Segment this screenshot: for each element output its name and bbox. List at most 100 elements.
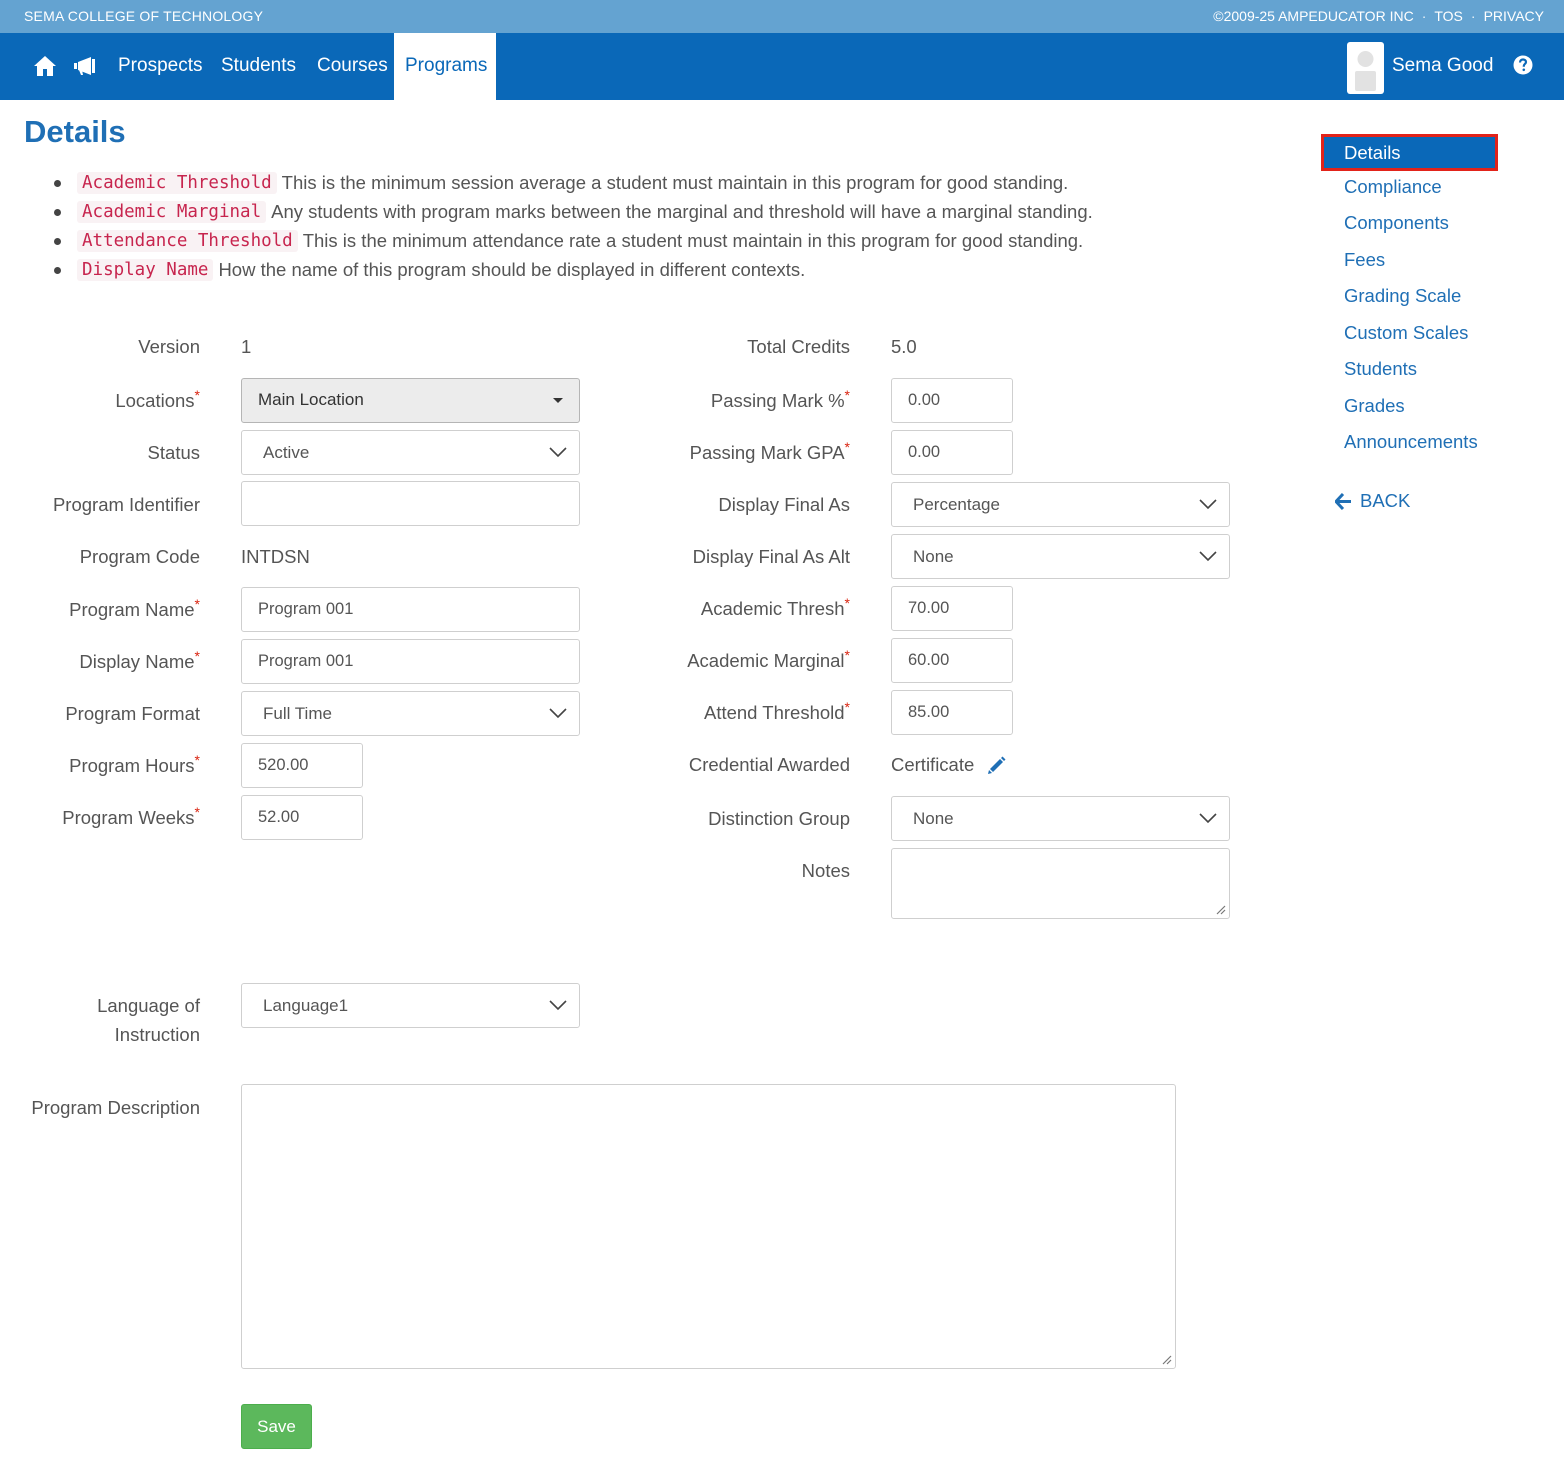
legal-links: ©2009-25 AMPEDUCATOR INC · TOS · PRIVACY [1213, 8, 1544, 24]
display-final-as-label: Display Final As [718, 494, 850, 515]
required-marker: * [844, 594, 850, 611]
chevron-down-icon [549, 1000, 567, 1011]
back-link[interactable]: BACK [1335, 490, 1410, 512]
status-select[interactable]: Active [241, 430, 580, 475]
passing-mark-pct-label-text: Passing Mark % [710, 390, 845, 411]
credential-awarded-value: Certificate [891, 754, 975, 775]
language-label-line2: Instruction [114, 1024, 200, 1045]
program-hours-input[interactable]: 520.00 [241, 743, 363, 788]
user-name[interactable]: Sema Good [1392, 55, 1493, 77]
chevron-down-icon [1199, 813, 1217, 824]
main-navbar: Prospects Students Courses Programs Sema… [0, 33, 1564, 100]
program-format-label: Program Format [65, 703, 200, 724]
notes-label: Notes [801, 860, 850, 881]
tos-link[interactable]: TOS [1434, 8, 1463, 24]
distinction-group-value: None [913, 809, 954, 828]
version-label: Version [138, 336, 200, 357]
passing-mark-gpa-label-text: Passing Mark GPA [689, 442, 845, 463]
sidenav-item-students[interactable]: Students [1344, 358, 1417, 380]
save-button[interactable]: Save [241, 1404, 312, 1449]
program-code-label: Program Code [79, 546, 200, 567]
home-icon[interactable] [32, 53, 58, 79]
academic-thresh-input[interactable]: 70.00 [891, 586, 1013, 631]
sidenav-item-components[interactable]: Components [1344, 212, 1449, 234]
required-marker: * [844, 386, 850, 403]
chevron-down-icon [1199, 499, 1217, 510]
list-item: Attendance Threshold This is the minimum… [54, 226, 1093, 255]
program-name-label: Program Name* [69, 597, 200, 621]
program-hours-label-text: Program Hours [69, 755, 195, 776]
passing-mark-gpa-label: Passing Mark GPA* [689, 438, 850, 464]
locations-label-text: Locations [115, 390, 195, 411]
locations-select[interactable]: Main Location [241, 378, 580, 423]
notes-textarea[interactable] [891, 848, 1230, 919]
pencil-icon[interactable] [987, 756, 1006, 775]
total-credits-label: Total Credits [747, 336, 850, 357]
sidenav-item-grading-scale[interactable]: Grading Scale [1344, 285, 1461, 307]
nav-students[interactable]: Students [221, 55, 296, 77]
credential-awarded-label: Credential Awarded [688, 754, 850, 775]
display-final-as-alt-value: None [913, 547, 954, 566]
sidenav-item-label: Details [1344, 142, 1401, 163]
field-code: Academic Threshold [77, 171, 277, 194]
required-marker: * [194, 803, 200, 820]
field-description: This is the minimum session average a st… [281, 171, 1069, 193]
attend-threshold-label-text: Attend Threshold [703, 702, 845, 723]
privacy-link[interactable]: PRIVACY [1484, 8, 1544, 24]
list-item: Academic Threshold This is the minimum s… [54, 168, 1093, 197]
sidenav-item-fees[interactable]: Fees [1344, 249, 1385, 271]
field-code: Display Name [77, 258, 214, 281]
display-final-as-alt-select[interactable]: None [891, 534, 1230, 579]
display-name-input[interactable]: Program 001 [241, 639, 580, 684]
avatar[interactable] [1347, 42, 1384, 94]
chevron-down-icon [1199, 551, 1217, 562]
display-name-label-text: Display Name [79, 651, 195, 672]
required-marker: * [844, 438, 850, 455]
page-title: Details [24, 114, 126, 149]
sidenav-item-grades[interactable]: Grades [1344, 395, 1405, 417]
program-description-textarea[interactable] [241, 1084, 1176, 1369]
required-marker: * [844, 646, 850, 663]
display-final-as-select[interactable]: Percentage [891, 482, 1230, 527]
passing-mark-gpa-input[interactable]: 0.00 [891, 430, 1013, 475]
question-circle-icon[interactable] [1513, 55, 1533, 75]
academic-thresh-label: Academic Thresh* [701, 594, 850, 620]
distinction-group-label: Distinction Group [708, 808, 850, 829]
back-label: BACK [1360, 490, 1411, 511]
passing-mark-pct-input[interactable]: 0.00 [891, 378, 1013, 423]
copyright-text: ©2009-25 AMPEDUCATOR INC [1213, 8, 1414, 24]
sidenav-item-compliance[interactable]: Compliance [1344, 176, 1442, 198]
separator-dot: · [1421, 8, 1427, 24]
resize-handle-icon[interactable] [1214, 903, 1226, 915]
display-final-as-alt-label: Display Final As Alt [692, 546, 850, 567]
language-select[interactable]: Language1 [241, 983, 580, 1028]
distinction-group-select[interactable]: None [891, 796, 1230, 841]
program-name-input[interactable]: Program 001 [241, 587, 580, 632]
required-marker: * [844, 698, 850, 715]
academic-marginal-input[interactable]: 60.00 [891, 638, 1013, 683]
sidenav-item-details[interactable]: Details [1321, 134, 1498, 171]
field-help-list: Academic Threshold This is the minimum s… [54, 168, 1093, 284]
program-format-select[interactable]: Full Time [241, 691, 580, 736]
passing-mark-pct-label: Passing Mark %* [710, 386, 850, 412]
program-hours-label: Program Hours* [69, 751, 200, 777]
program-identifier-input[interactable] [241, 481, 580, 526]
megaphone-icon[interactable] [72, 53, 98, 79]
program-weeks-input[interactable]: 52.00 [241, 795, 363, 840]
required-marker: * [194, 751, 200, 768]
total-credits-value: 5.0 [891, 336, 917, 357]
school-name: SEMA COLLEGE OF TECHNOLOGY [24, 8, 264, 24]
academic-marginal-label: Academic Marginal* [687, 646, 850, 672]
resize-handle-icon[interactable] [1160, 1353, 1172, 1365]
sidenav-item-announcements[interactable]: Announcements [1344, 431, 1478, 453]
nav-programs[interactable]: Programs [394, 33, 496, 100]
sidenav-item-custom-scales[interactable]: Custom Scales [1344, 322, 1468, 344]
field-description: How the name of this program should be d… [218, 258, 806, 280]
nav-prospects[interactable]: Prospects [118, 55, 202, 77]
program-name-label-text: Program Name [69, 599, 195, 620]
language-label-line1: Language of [97, 995, 200, 1016]
academic-marginal-label-text: Academic Marginal [687, 650, 845, 671]
attend-threshold-input[interactable]: 85.00 [891, 690, 1013, 735]
nav-courses[interactable]: Courses [317, 55, 388, 77]
display-name-label: Display Name* [79, 649, 200, 673]
